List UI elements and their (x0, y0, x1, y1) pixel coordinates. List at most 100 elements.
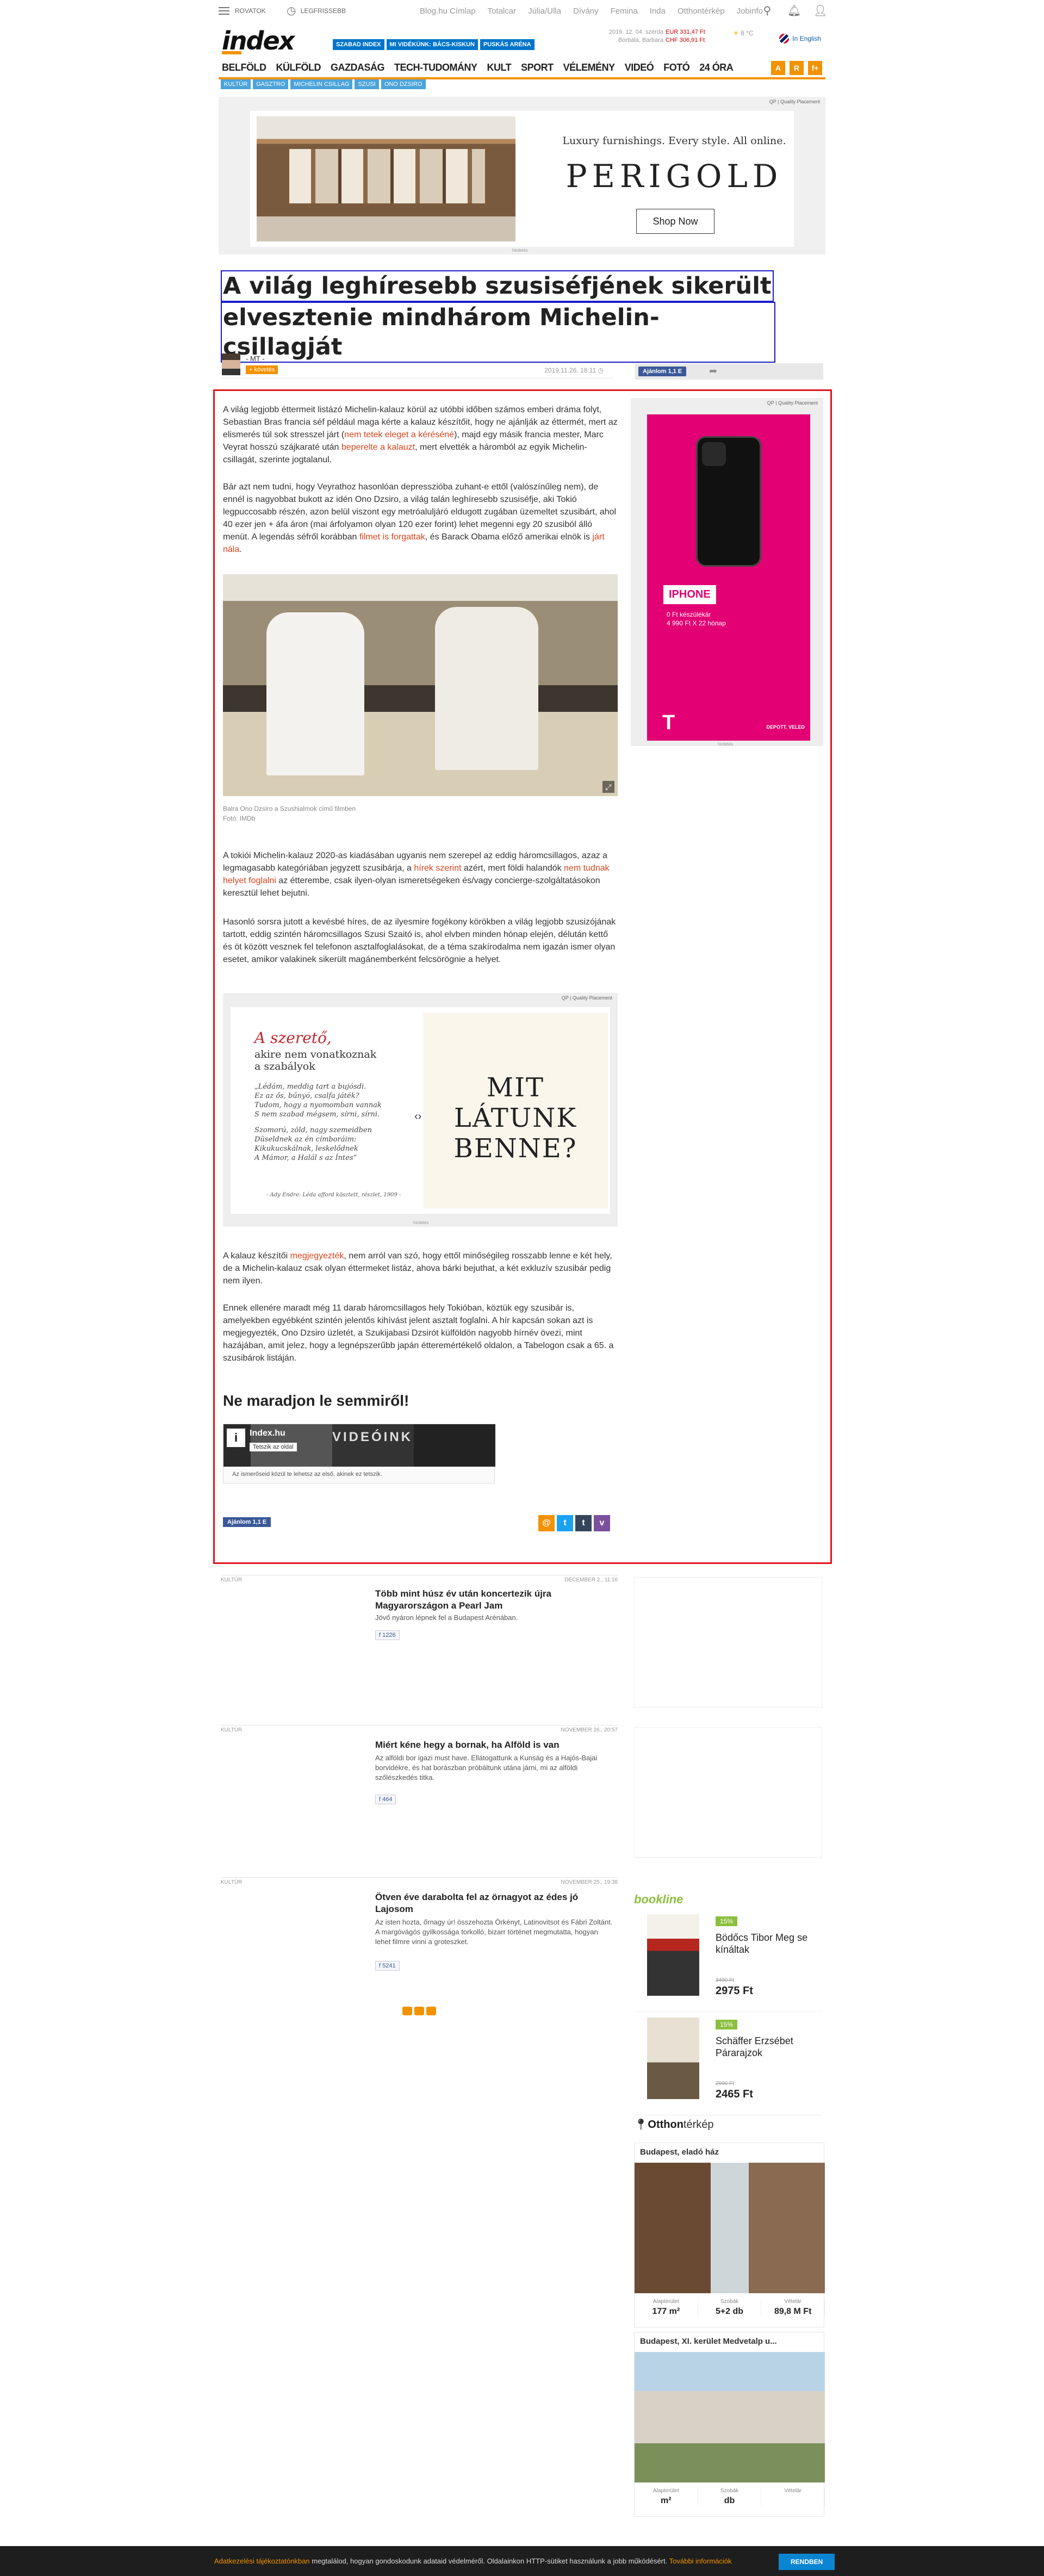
fb-like-button[interactable]: Ajánlom 1,1 E (223, 1517, 271, 1527)
temperature: 8 °C (741, 29, 754, 37)
partner-link[interactable]: Femina (611, 7, 638, 16)
avatar (222, 353, 240, 375)
fb-page-name[interactable]: Index.hu (250, 1429, 285, 1438)
otthonterkep-logo[interactable]: 📍︎Otthontérkép (634, 2118, 714, 2131)
partner-link[interactable]: Jobinfo (737, 7, 763, 16)
stat-rooms: Szobák 5+2 db (698, 2299, 762, 2317)
inline-link[interactable]: hírek szerint (414, 864, 461, 873)
shop-now-button[interactable]: Shop Now (636, 209, 714, 234)
menu-icon[interactable] (219, 7, 229, 15)
twitter-icon[interactable]: t (557, 1515, 573, 1531)
book-ad[interactable]: A szerető, akire nem vonatkoznak a szabá… (231, 1007, 610, 1214)
rovatok-link[interactable]: ROVATOK (235, 7, 266, 15)
follow-button[interactable]: + követés (246, 365, 278, 374)
share-icon[interactable]: ➦ (709, 365, 723, 376)
poem: „Lédám, meddig tart a bujósdi. Ez az ős,… (254, 1082, 382, 1163)
p3-text: az étterembe, csak ilyen-olyan ismeretsé… (223, 876, 600, 898)
nav-item-24ora[interactable]: 24 ÓRA (699, 60, 734, 75)
related-category[interactable]: KULTÚR (221, 1727, 242, 1733)
loading-dot (414, 2007, 424, 2015)
nav-item-gazdasag[interactable]: GAZDASÁG (331, 60, 385, 75)
fb-like-page-button[interactable]: Tetszik az oldal (250, 1443, 297, 1451)
tag[interactable]: KULTÚR (221, 79, 251, 89)
cookie-accept-button[interactable]: RENDBEN (779, 2554, 835, 2570)
nav-item-video[interactable]: VIDEÓ (625, 60, 654, 75)
search-icon[interactable]: ⚲ (761, 5, 773, 17)
related-title[interactable]: Több mint húsz év után koncertezik újra … (375, 1588, 614, 1612)
clock-icon: ◷ (286, 5, 296, 17)
related-fb-count[interactable]: f 5241 (375, 1961, 400, 1971)
promo-tag[interactable]: SZABAD INDEX (333, 39, 384, 50)
article-photo[interactable]: ⤢ (223, 574, 618, 796)
user-icon[interactable]: 👤︎ (813, 5, 827, 17)
partner-link[interactable]: Totalcar (488, 7, 517, 16)
inline-link[interactable]: beperelte a kalauzt (341, 443, 415, 452)
partner-link[interactable]: Dívány (573, 7, 599, 16)
related-title[interactable]: Miért kéne hegy a bornak, ha Alföld is v… (375, 1739, 614, 1751)
legfrissebb-link[interactable]: LEGFRISSEBB (301, 7, 346, 15)
fb-cover[interactable]: i Index.hu Tetszik az oldal VIDEÓINK (223, 1424, 495, 1467)
date-box: 2019. 12. 04. szerda Borbála, Barbara (604, 28, 663, 45)
tag[interactable]: GASZTRO (253, 79, 289, 89)
email-icon[interactable]: @ (538, 1515, 555, 1531)
poem-line: A Mámor, a Halál s az Íntes” (254, 1154, 357, 1162)
partner-link[interactable]: Blog.hu Címlap (420, 7, 476, 16)
more-info-link[interactable]: További információk (669, 2557, 732, 2565)
chef-figure (266, 612, 364, 775)
english-link[interactable]: In English (779, 34, 821, 44)
nav-item-tech[interactable]: TECH-TUDOMÁNY (394, 60, 477, 75)
nav-item-kulfold[interactable]: KÜLFÖLD (276, 60, 321, 75)
partner-link[interactable]: Inda (650, 7, 666, 16)
perigold-ad[interactable]: Luxury furnishings. Every style. All onl… (250, 111, 794, 247)
ad-label: hirdetés (718, 742, 734, 747)
author-name[interactable]: - MT - (246, 355, 264, 363)
privacy-link[interactable]: Adatkezelési tájékoztatónkban (214, 2557, 310, 2565)
related-fb-count[interactable]: f 1226 (375, 1630, 400, 1640)
partner-link[interactable]: Júlia/Ulla (528, 7, 561, 16)
fb-like-button[interactable]: Ajánlom 1,1 E (638, 367, 687, 376)
tag[interactable]: MICHELIN CSILLAG (290, 79, 353, 89)
inline-link[interactable]: filmet is forgattak (359, 532, 425, 542)
tag[interactable]: ONO DZSIRO (381, 79, 426, 89)
inline-link[interactable]: megjegyezték (290, 1251, 344, 1261)
nav-item-belfold[interactable]: BELFÖLD (222, 60, 266, 75)
nav-item-sport[interactable]: SPORT (521, 60, 554, 75)
sidebar-ad-slot (634, 1727, 822, 1858)
rss-icon[interactable]: R (790, 61, 804, 75)
promo-tag[interactable]: PUSKÁS ARÉNA (480, 39, 535, 50)
bookline-logo[interactable]: bookline (634, 1892, 683, 1907)
partner-link[interactable]: Otthontérkép (678, 7, 725, 16)
author-row: - MT - + követés 2019.11.26. 18:11 ◷ (221, 352, 613, 378)
related-title[interactable]: Ötven éve darabolta fel az örnagyot az é… (375, 1891, 614, 1915)
index-logo[interactable]: index (222, 26, 295, 55)
android-icon[interactable]: A (771, 61, 785, 75)
nav-item-kult[interactable]: KULT (487, 60, 511, 75)
related-category[interactable]: KULTÚR (221, 1879, 242, 1885)
property-card[interactable]: Budapest, XI. kerület Medvetalp u... Ala… (634, 2332, 825, 2517)
book-offer[interactable]: 15% Schäffer Erzsébet Párarajzok 2990 Ft… (634, 2018, 822, 2115)
expand-icon[interactable]: ⤢ (602, 781, 614, 793)
telekom-ad[interactable]: IPHONE 0 Ft készülékár 4 990 Ft X 22 hón… (647, 414, 810, 741)
book-offer[interactable]: 15% Bödőcs Tibor Meg se kínáltak 3490 Ft… (634, 1914, 822, 2012)
related-fb-count[interactable]: f 464 (375, 1795, 396, 1804)
tag[interactable]: SZUSI (355, 79, 379, 89)
paragraph-1: A világ legjobb éttermeit listázó Michel… (223, 404, 618, 466)
related-category[interactable]: KULTÚR (221, 1577, 242, 1583)
property-card[interactable]: Budapest, eladó ház Alapterület 177 m² Sz… (634, 2143, 825, 2327)
nav-item-foto[interactable]: FOTÓ (663, 60, 690, 75)
bell-icon[interactable]: 🔔︎ (787, 5, 801, 17)
tumblr-icon[interactable]: t (575, 1515, 592, 1531)
related-date: NOVEMBER 25., 19:38 (561, 1879, 618, 1885)
inline-link[interactable]: nem tetek eleget a kéréséné (344, 430, 454, 439)
nav-item-velemeny[interactable]: VÉLEMÉNY (563, 60, 616, 75)
stat-label: Szobák (720, 2299, 739, 2305)
paragraph-2: Bár azt nem tudni, hogy Veyrathoz hasonl… (223, 481, 618, 556)
facebook-plus-icon[interactable]: f+ (808, 61, 822, 75)
related-lead: Az alföldi bor igazi must have. Ellátoga… (375, 1754, 598, 1782)
carousel-arrows-icon[interactable]: ‹› (414, 1110, 421, 1123)
ad-offer-line: 4 990 Ft X 22 hónap (667, 619, 726, 627)
viber-icon[interactable]: v (594, 1515, 610, 1531)
promo-tag[interactable]: MI VIDÉKÜNK: BÁCS-KISKUN (386, 39, 478, 50)
poem-line: S nem szabad mégsem, sírni, sírni. (254, 1110, 380, 1119)
ad-sub-line: a szabályok (254, 1060, 315, 1072)
